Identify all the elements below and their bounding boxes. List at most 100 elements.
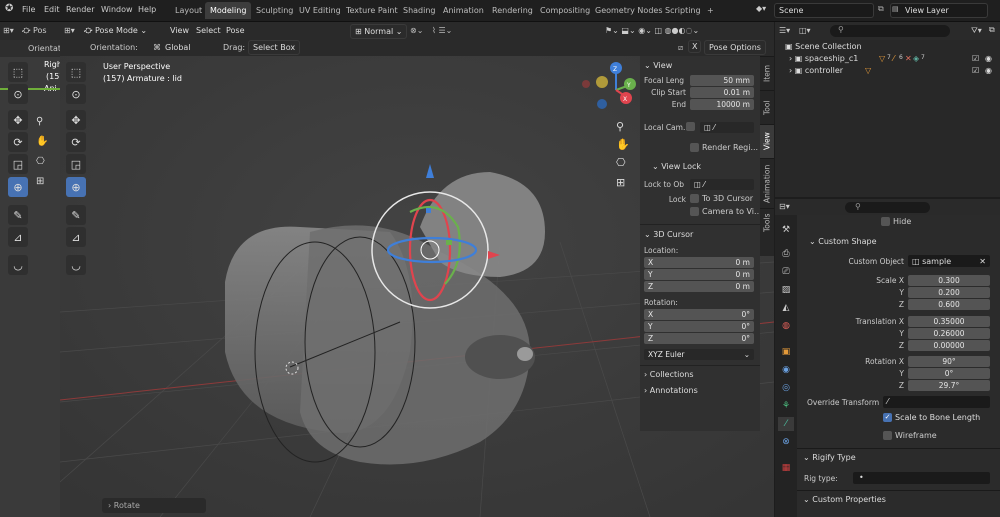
view-layer-tab-icon[interactable]: ▨ — [778, 283, 794, 297]
add-workspace-button[interactable]: + — [702, 2, 719, 19]
tab-item[interactable]: Item — [760, 56, 774, 90]
move-tool-left[interactable]: ✥ — [8, 110, 28, 130]
blender-logo-icon[interactable]: ✪ — [5, 3, 13, 14]
tab-uv-editing[interactable]: UV Editing — [294, 2, 346, 19]
visibility-checkbox-icon[interactable]: ☑ — [972, 66, 979, 75]
translation-y-field[interactable]: 0.26000 — [908, 328, 990, 339]
rotation-y-field[interactable]: 0° — [908, 368, 990, 379]
3d-cursor-header[interactable]: ⌄ 3D Cursor — [644, 230, 693, 239]
left-mode-selector[interactable]: ⛮ Pos — [22, 26, 47, 36]
view-lock-header[interactable]: ⌄ View Lock — [652, 162, 701, 171]
menu-pose[interactable]: Pose — [226, 26, 245, 35]
scene-tab-icon[interactable]: ◭ — [778, 301, 794, 315]
outliner-item-spaceship[interactable]: › ▣ spaceship_c1 ▽ 7 ⁄ 6 ✕ ◈ 7 ☑ ◉ — [789, 54, 1000, 63]
translation-x-field[interactable]: 0.35000 — [908, 316, 990, 327]
clip-end-field[interactable]: 10000 m — [690, 99, 754, 110]
custom-shape-header[interactable]: ⌄ Custom Shape — [809, 237, 877, 246]
custom-object-field[interactable]: ◫ sample ✕ — [908, 255, 990, 267]
properties-search-input[interactable]: ⚲ — [845, 202, 930, 213]
tab-layout[interactable]: Layout — [170, 2, 207, 19]
scale-tool[interactable]: ◲ — [66, 154, 86, 174]
menu-render[interactable]: Render — [66, 5, 94, 14]
hand-pan-icon[interactable]: ✋ — [36, 136, 48, 147]
viewport-gizmo-toggles[interactable]: ⚑⌄ ⬓⌄ ◉⌄ ◫ ◍●◐◌⌄ — [605, 26, 699, 35]
menu-edit[interactable]: Edit — [44, 5, 60, 14]
cursor-rot-x-field[interactable]: X 0° — [644, 309, 754, 320]
wireframe-checkbox[interactable]: Wireframe — [883, 431, 937, 440]
texture-tab-icon[interactable]: ▦ — [778, 461, 794, 475]
visibility-checkbox-icon[interactable]: ☑ — [972, 54, 979, 63]
menu-file[interactable]: File — [22, 5, 35, 14]
tab-view[interactable]: View — [760, 124, 774, 158]
measure-tool-left[interactable]: ⊿ — [8, 227, 28, 247]
tab-scripting[interactable]: Scripting — [660, 2, 706, 19]
rotate-tool[interactable]: ⟳ — [66, 132, 86, 152]
bone-constraint-tab-icon[interactable]: ⊗ — [778, 435, 794, 449]
rotation-x-field[interactable]: 90° — [908, 356, 990, 367]
outliner-item-controller[interactable]: › ▣ controller ▽ ☑ ◉ — [789, 66, 1000, 75]
hand-pan-icon[interactable]: ✋ — [616, 138, 630, 151]
properties-editor-icon[interactable]: ⊟▾ — [779, 202, 790, 211]
particles-tab-icon[interactable]: ◎ — [778, 381, 794, 395]
tab-animation[interactable]: Animation — [438, 2, 489, 19]
scene-collection-row[interactable]: ▣ Scene Collection — [785, 42, 862, 51]
local-camera-field[interactable]: ◫ ⁄ — [700, 122, 754, 133]
tab-modeling[interactable]: Modeling — [205, 2, 252, 19]
rotate-tool-left[interactable]: ⟳ — [8, 132, 28, 152]
tab-animation[interactable]: Animation — [760, 158, 774, 208]
view-section-header[interactable]: ⌄ View — [644, 61, 672, 70]
transform-tool-left[interactable]: ⊕ — [8, 177, 28, 197]
tab-tools[interactable]: Tools — [760, 208, 774, 236]
cursor-rot-y-field[interactable]: Y 0° — [644, 321, 754, 332]
output-tab-icon[interactable]: ⎚ — [778, 265, 794, 279]
ortho-toggle-icon[interactable]: ⊞ — [616, 176, 625, 189]
override-transform-field[interactable]: ⁄ — [883, 396, 990, 408]
menu-view[interactable]: View — [170, 26, 189, 35]
scale-z-field[interactable]: 0.600 — [908, 299, 990, 310]
lock-to-object-field[interactable]: ◫ ⁄ — [690, 179, 754, 190]
tab-texture-paint[interactable]: Texture Paint — [341, 2, 403, 19]
annotations-header[interactable]: › Annotations — [644, 386, 698, 395]
rotation-mode-dropdown[interactable]: XYZ Euler ⌄ — [644, 349, 754, 360]
focal-length-field[interactable]: 50 mm — [690, 75, 754, 86]
new-scene-icon[interactable]: ⧉ — [878, 4, 884, 14]
custom-properties-header[interactable]: ⌄ Custom Properties — [803, 495, 886, 504]
select-box-tool-left[interactable]: ⬚ — [8, 62, 28, 82]
tab-tool[interactable]: Tool — [760, 90, 774, 124]
cursor-tool[interactable]: ⊙ — [66, 84, 86, 104]
scale-x-field[interactable]: 0.300 — [908, 275, 990, 286]
cursor-loc-z-field[interactable]: Z 0 m — [644, 281, 754, 292]
menu-window[interactable]: Window — [101, 5, 133, 14]
left-3d-viewport[interactable]: ⊞▾ ⛮ Pos Orientati ⬚ Righ (157 Ani ⊙ ✥ ⟳… — [0, 22, 64, 517]
pose-options-dropdown[interactable]: Pose Options — [704, 40, 766, 55]
tab-sculpting[interactable]: Sculpting — [251, 2, 298, 19]
rigify-type-header[interactable]: ⌄ Rigify Type — [803, 453, 856, 462]
scale-to-bone-length-checkbox[interactable]: ✓ Scale to Bone Length — [883, 413, 980, 422]
cursor-loc-y-field[interactable]: Y 0 m — [644, 269, 754, 280]
collections-header[interactable]: › Collections — [644, 370, 694, 379]
measure-tool[interactable]: ⊿ — [66, 227, 86, 247]
view-layer-selector[interactable]: View Layer — [890, 3, 988, 18]
transform-orientation-normal[interactable]: ⊞ Normal ⌄ — [350, 24, 408, 39]
rotation-z-field[interactable]: 29.7° — [908, 380, 990, 391]
hide-checkbox[interactable]: Hide — [881, 217, 911, 226]
outliner-search-input[interactable]: ⚲ — [830, 25, 950, 37]
eye-icon[interactable]: ◉ — [985, 54, 992, 63]
zoom-icon[interactable]: ⚲ — [36, 116, 43, 127]
render-region-checkbox[interactable]: Render Regi... — [690, 143, 758, 152]
annotate-tool[interactable]: ✎ — [66, 205, 86, 225]
mode-selector[interactable]: ⛮ Pose Mode ⌄ — [84, 26, 147, 36]
transform-tool[interactable]: ⊕ — [66, 177, 86, 197]
tab-shading[interactable]: Shading — [398, 2, 441, 19]
cursor-tool-left[interactable]: ⊙ — [8, 84, 28, 104]
zoom-icon[interactable]: ⚲ — [616, 120, 624, 133]
camera-view-icon[interactable]: ⎔ — [616, 156, 626, 169]
editor-type-icon[interactable]: ⊞▾ — [64, 26, 75, 35]
pivot-icon[interactable]: ⊗⌄ — [410, 26, 423, 35]
object-tab-icon[interactable]: ▣ — [778, 345, 794, 359]
select-box-tool[interactable]: ⬚ — [66, 62, 86, 82]
filter-icon[interactable]: ⛛▾ — [971, 26, 982, 36]
annotate-tool-left[interactable]: ✎ — [8, 205, 28, 225]
cursor-loc-x-field[interactable]: X 0 m — [644, 257, 754, 268]
physics-tab-icon[interactable]: ⚘ — [778, 399, 794, 413]
